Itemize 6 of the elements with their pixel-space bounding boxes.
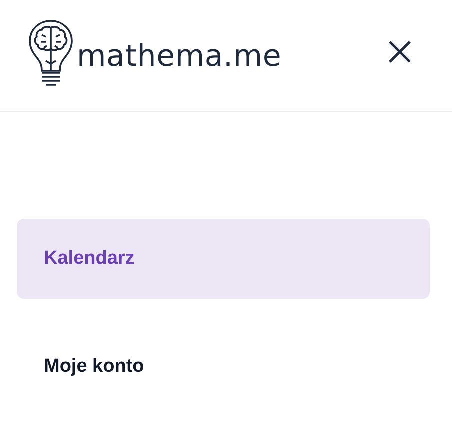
- menu-item[interactable]: Kalendarz: [17, 219, 430, 299]
- logo-text[interactable]: mathema.me: [77, 31, 282, 74]
- close-button[interactable]: [388, 40, 412, 64]
- lightbulb-brain-icon: [28, 18, 74, 86]
- close-icon: [388, 40, 412, 64]
- menu-item[interactable]: Moje konto: [17, 327, 430, 407]
